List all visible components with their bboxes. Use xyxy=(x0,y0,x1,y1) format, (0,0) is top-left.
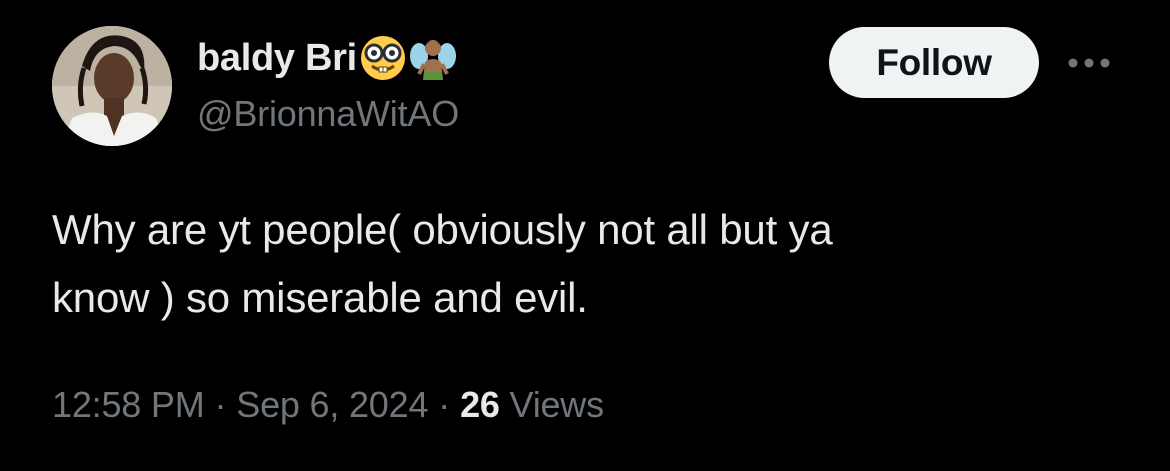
tweet-text-line: know ) so miserable and evil. xyxy=(52,274,588,321)
avatar-image xyxy=(52,26,172,146)
fairy-icon xyxy=(409,34,457,82)
tweet-date[interactable]: Sep 6, 2024 xyxy=(236,384,428,425)
more-horizontal-icon xyxy=(1068,58,1110,68)
tweet-meta: 12:58 PM · Sep 6, 2024 · 26 Views xyxy=(52,384,604,426)
tweet-text-line: Why are yt people( obviously not all but… xyxy=(52,206,833,253)
nerd-face-icon xyxy=(359,34,407,82)
user-name-row[interactable]: baldy Bri xyxy=(197,32,457,84)
meta-separator: · xyxy=(438,384,451,425)
views-count[interactable]: 26 xyxy=(460,384,500,425)
views-label[interactable]: Views xyxy=(510,384,605,425)
display-name[interactable]: baldy Bri xyxy=(197,37,357,80)
more-options-button[interactable] xyxy=(1064,48,1114,78)
tweet-card: baldy Bri @BrionnaWitAO Follow Why are y… xyxy=(0,0,1170,471)
meta-separator: · xyxy=(214,384,227,425)
tweet-text: Why are yt people( obviously not all but… xyxy=(52,196,1102,332)
follow-button[interactable]: Follow xyxy=(829,27,1039,98)
user-handle[interactable]: @BrionnaWitAO xyxy=(197,93,459,135)
tweet-time[interactable]: 12:58 PM xyxy=(52,384,205,425)
avatar[interactable] xyxy=(52,26,172,146)
